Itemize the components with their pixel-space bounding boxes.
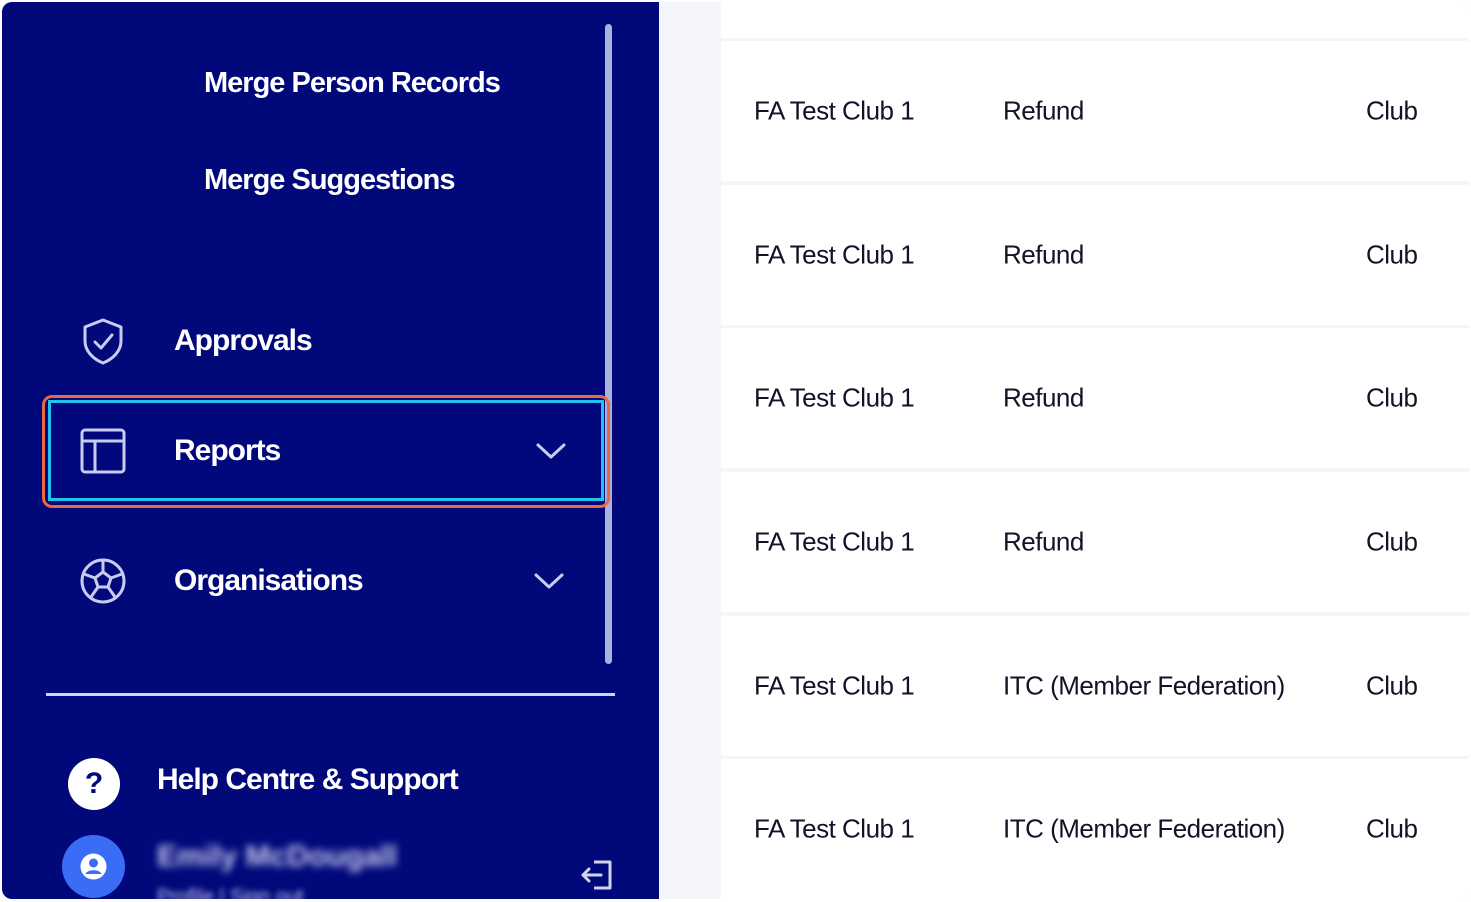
football-icon bbox=[80, 558, 126, 604]
sidebar-item-label: Approvals bbox=[174, 324, 313, 357]
user-name: Emily McDougall bbox=[157, 840, 398, 873]
shield-check-icon bbox=[83, 318, 123, 365]
table-row[interactable]: FA Test Club 1 ITC (Member Federation) C… bbox=[721, 616, 1469, 756]
table-row[interactable]: FA Test Club 1 Refund Club bbox=[721, 41, 1469, 181]
help-icon[interactable]: ? bbox=[68, 758, 120, 810]
cell-type: Refund bbox=[1003, 95, 1084, 126]
help-centre-link[interactable]: Help Centre & Support bbox=[157, 763, 459, 797]
table-row[interactable]: FA Test Club 1 ITC (Member Federation) C… bbox=[721, 759, 1469, 899]
cell-type: ITC (Member Federation) bbox=[1003, 813, 1285, 844]
cell-level: Club bbox=[1366, 239, 1418, 270]
results-table: FA Test Club 1 Refund Club FA Test Club … bbox=[721, 2, 1469, 899]
cell-club: FA Test Club 1 bbox=[754, 382, 915, 413]
sidebar-item-approvals[interactable]: Approvals bbox=[48, 291, 606, 391]
cell-level: Club bbox=[1366, 526, 1418, 557]
sidebar-divider bbox=[46, 693, 615, 696]
sidebar-subitem-merge-person-records[interactable]: Merge Person Records bbox=[204, 67, 501, 100]
cell-level: Club bbox=[1366, 382, 1418, 413]
sidebar-item-label: Organisations bbox=[174, 564, 364, 597]
chevron-down-icon[interactable] bbox=[534, 440, 568, 462]
user-icon bbox=[80, 853, 107, 880]
table-layout-icon bbox=[80, 428, 126, 473]
cell-club: FA Test Club 1 bbox=[754, 239, 915, 270]
cell-type: ITC (Member Federation) bbox=[1003, 670, 1285, 701]
cell-type: Refund bbox=[1003, 526, 1084, 557]
table-row[interactable]: FA Test Club 1 Refund Club bbox=[721, 472, 1469, 612]
sidebar-subitem-merge-suggestions[interactable]: Merge Suggestions bbox=[204, 164, 455, 197]
cell-club: FA Test Club 1 bbox=[754, 670, 915, 701]
chevron-down-icon[interactable] bbox=[532, 570, 566, 592]
cell-level: Club bbox=[1366, 95, 1418, 126]
sidebar-item-reports[interactable]: Reports bbox=[48, 400, 604, 501]
table-row-partial bbox=[721, 2, 1469, 38]
sidebar-item-organisations[interactable]: Organisations bbox=[48, 531, 606, 631]
cell-club: FA Test Club 1 bbox=[754, 526, 915, 557]
sidebar: Merge Person Records Merge Suggestions A… bbox=[2, 2, 659, 899]
table-row[interactable]: FA Test Club 1 Refund Club bbox=[721, 185, 1469, 325]
app-window: Merge Person Records Merge Suggestions A… bbox=[2, 2, 1469, 899]
cell-type: Refund bbox=[1003, 382, 1084, 413]
cell-level: Club bbox=[1366, 813, 1418, 844]
table-row[interactable]: FA Test Club 1 Refund Club bbox=[721, 328, 1469, 468]
sidebar-scrollbar[interactable] bbox=[605, 24, 612, 664]
cell-type: Refund bbox=[1003, 239, 1084, 270]
avatar[interactable] bbox=[62, 835, 125, 898]
cell-level: Club bbox=[1366, 670, 1418, 701]
profile-signout-links[interactable]: Profile | Sign out bbox=[157, 886, 303, 899]
sign-out-icon[interactable] bbox=[580, 857, 616, 893]
cell-club: FA Test Club 1 bbox=[754, 95, 915, 126]
cell-club: FA Test Club 1 bbox=[754, 813, 915, 844]
sidebar-item-label: Reports bbox=[174, 433, 281, 467]
